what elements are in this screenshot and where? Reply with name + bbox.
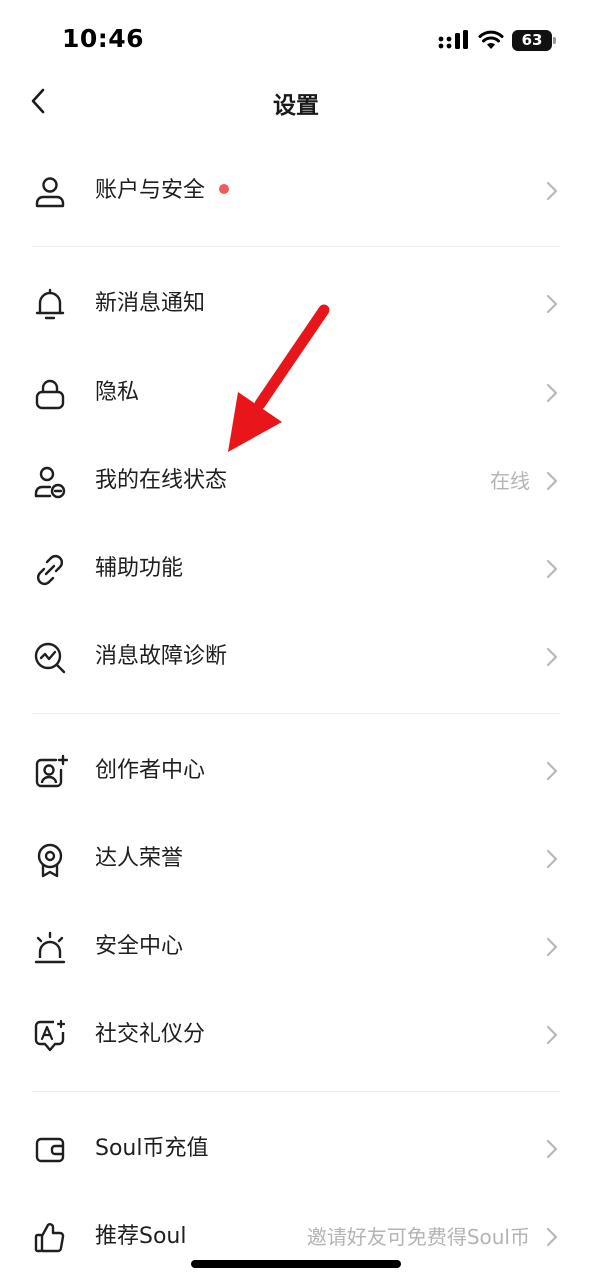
status-bar: 10:46 63 [0,0,592,78]
settings-item-expert-honor[interactable]: 达人荣誉 [0,815,592,903]
settings-item-message-diagnosis[interactable]: 消息故障诊断 [0,613,592,701]
chevron-right-icon [546,1139,558,1159]
chevron-right-icon [546,1227,558,1247]
notification-dot [219,184,230,194]
creator-icon [35,754,68,788]
cellular-signal-icon [438,30,468,49]
battery-level: 63 [521,31,543,49]
chevron-right-icon [546,471,558,491]
settings-item-label: 账户与安全 [95,147,230,235]
settings-item-label: 推荐Soul [95,1224,187,1249]
chevron-right-icon [546,181,558,201]
lock-icon [35,379,65,410]
settings-item-label: 新消息通知 [95,291,206,316]
wifi-icon [478,30,504,49]
settings-item-soul-coin-recharge[interactable]: Soul币充值 [0,1105,592,1193]
status-time: 10:46 [62,24,145,53]
etiquette-icon [34,1019,66,1052]
settings-item-label: 社交礼仪分 [95,1022,206,1047]
user-icon [35,177,65,208]
settings-item-label: 隐私 [95,380,140,405]
settings-item-label: Soul币充值 [95,1136,209,1161]
badge-icon [37,843,63,878]
status-icons: 63 [438,28,556,52]
chevron-right-icon [546,647,558,667]
settings-item-label: 安全中心 [95,934,184,959]
battery-icon: 63 [512,29,556,51]
online-status-value: 在线 [490,469,530,493]
alarm-icon [34,931,66,964]
bell-icon [35,288,65,320]
chevron-right-icon [546,849,558,869]
chevron-right-icon [546,383,558,403]
chevron-right-icon [546,294,558,314]
chevron-right-icon [546,559,558,579]
settings-item-label: 创作者中心 [95,758,206,783]
wallet-icon [35,1137,65,1163]
page-title: 设置 [273,93,319,119]
settings-item-security-center[interactable]: 安全中心 [0,903,592,991]
settings-item-label: 消息故障诊断 [95,644,228,669]
user-status-icon [34,466,66,499]
annotation-arrow-icon [228,304,330,452]
settings-item-creator-center[interactable]: 创作者中心 [0,727,592,815]
nav-bar: 设置 [0,78,592,124]
settings-item-label: 达人荣誉 [95,846,184,871]
settings-item-account-security[interactable]: 账户与安全 [0,147,592,235]
settings-item-accessibility[interactable]: 辅助功能 [0,525,592,613]
chevron-right-icon [546,761,558,781]
section-divider [32,713,560,714]
home-indicator [191,1260,401,1268]
diagnosis-icon [34,642,66,674]
link-icon [37,555,63,585]
section-divider [32,246,560,247]
thumbs-up-icon [34,1223,65,1253]
settings-item-label: 辅助功能 [95,556,184,581]
settings-item-label: 我的在线状态 [95,468,228,493]
section-divider [32,1091,560,1092]
settings-item-social-etiquette[interactable]: 社交礼仪分 [0,991,592,1079]
chevron-right-icon [546,1025,558,1045]
chevron-right-icon [546,937,558,957]
